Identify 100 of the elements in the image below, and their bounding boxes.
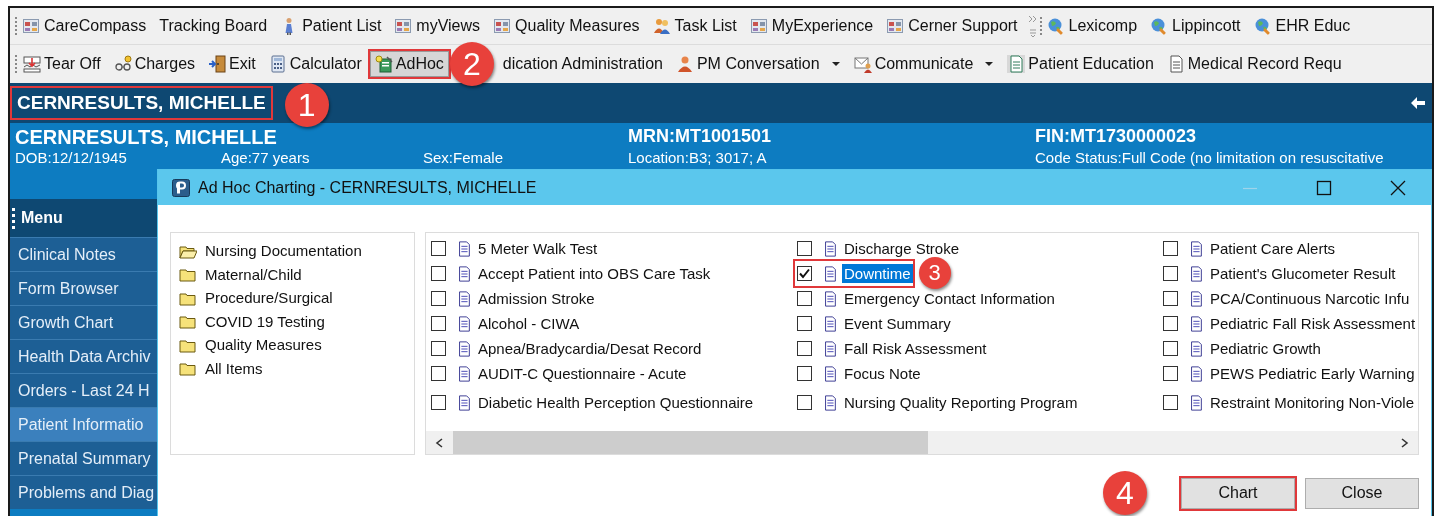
dob-label: DOB:12/12/1945 [15,149,128,166]
dialog-button[interactable]: Close [1305,477,1419,509]
toolbar-button[interactable]: Task List [648,14,741,38]
checkbox[interactable] [1163,366,1178,381]
form-icon [1188,394,1204,411]
form-list-item[interactable]: Patient's Glucometer Result [1161,261,1398,286]
toolbar-button[interactable]: Patient List [276,14,386,38]
menu-item[interactable]: Health Data Archiv [10,339,157,373]
form-list-item[interactable]: Pediatric Growth [1161,336,1323,361]
toolbar-button[interactable]: AdHoc [369,51,449,77]
toolbar-button[interactable]: myViews [390,14,485,38]
checkbox[interactable] [431,241,446,256]
step-badge: 2 [449,42,494,86]
toolbar-button[interactable]: EHR Educ [1249,14,1355,38]
menu-item[interactable]: Prenatal Summary [10,441,157,475]
code-status-label: Code Status:Full Code (no limitation on resuscitative [1035,149,1385,166]
toolbar-button[interactable]: Lippincott [1146,14,1245,38]
checkbox[interactable] [797,316,812,331]
checkbox[interactable] [431,266,446,281]
app-icon [172,178,190,197]
form-list-item[interactable]: 5 Meter Walk Test [429,236,600,261]
folder-item[interactable]: Quality Measures [179,333,406,357]
maximize-icon[interactable] [1316,179,1332,196]
checkbox[interactable] [797,291,812,306]
toolbar-button[interactable]: PM Conversation [670,51,846,77]
checkbox[interactable] [1163,241,1178,256]
form-list-item[interactable]: Accept Patient into OBS Care Task [429,261,713,286]
form-list-item[interactable]: AUDIT-C Questionnaire - Acute [429,361,689,386]
menu-item[interactable]: Problems and Diag [10,475,157,509]
toolbar-button[interactable]: Charges [108,51,201,77]
menu-item[interactable]: Growth Chart [10,305,157,339]
form-list-item[interactable]: PEWS Pediatric Early Warning [1161,361,1417,386]
checkbox[interactable] [797,266,812,281]
checkbox[interactable] [797,241,812,256]
folder-item[interactable]: Maternal/Child [179,262,406,286]
toolbar-button[interactable]: dication Administration [497,51,668,77]
checkbox[interactable] [431,291,446,306]
checkbox[interactable] [1163,266,1178,281]
back-arrow-icon[interactable] [1410,96,1426,110]
form-list-item[interactable]: Apnea/Bradycardia/Desat Record [429,336,704,361]
menu-item[interactable]: Clinical Notes [10,237,157,271]
menu-item[interactable]: Form Browser [10,271,157,305]
dashboard-icon [886,17,905,35]
toolbar-button[interactable]: Lexicomp [1042,14,1142,38]
checkbox[interactable] [431,366,446,381]
form-list-item[interactable]: Fall Risk Assessment [795,336,989,361]
checkbox[interactable] [1163,341,1178,356]
toolbar-button[interactable]: Quality Measures [489,14,644,38]
toolbar-button[interactable]: Cerner Support [882,14,1022,38]
toolbar-button[interactable]: Calculator [263,51,367,77]
form-list-item[interactable]: Admission Stroke [429,286,597,311]
toolbar-button[interactable]: Communicate [848,51,1000,77]
form-list-item[interactable]: Pediatric Fall Risk Assessment [1161,311,1418,336]
toolbar-button[interactable]: Exit [203,51,261,77]
checkbox[interactable] [797,366,812,381]
form-list-item[interactable]: PCA/Continuous Narcotic Infu [1161,286,1412,311]
dialog-button[interactable]: Chart [1181,477,1295,509]
step-badge: 3 [918,257,951,289]
toolbar-button[interactable]: Medical Record Requ [1161,51,1347,77]
form-icon [822,240,838,257]
form-list-item[interactable]: Event Summary [795,311,953,336]
form-icon [1188,290,1204,307]
menu-item[interactable]: Orders - Last 24 H [10,373,157,407]
form-list-item[interactable]: Diabetic Health Perception Questionnaire [429,390,756,415]
form-list-item[interactable]: Nursing Quality Reporting Program [795,390,1080,415]
checkbox[interactable] [431,341,446,356]
checkbox[interactable] [431,395,446,410]
toolbar-button[interactable]: Patient Education [1002,51,1159,77]
toolbar-button[interactable]: MyExperience [745,14,878,38]
folder-item[interactable]: COVID 19 Testing [179,309,406,333]
checkbox[interactable] [1163,316,1178,331]
horizontal-scrollbar[interactable] [426,431,1418,454]
form-list-item[interactable]: Emergency Contact Information [795,286,1057,311]
form-list-item[interactable]: Alcohol - CIWA [429,311,582,336]
form-list-item[interactable]: Focus Note [795,361,923,386]
toolbar-button[interactable]: CareCompass [18,14,151,38]
menu-item[interactable]: Patient Informatio [10,407,157,441]
form-list-item[interactable]: Patient Care Alerts [1161,236,1338,261]
form-icon [456,265,472,282]
form-icon [1188,240,1204,257]
dashboard-icon [749,17,768,35]
close-icon[interactable] [1390,179,1406,196]
toolbar-button[interactable]: Tear Off [18,51,106,77]
form-list-item[interactable]: Restraint Monitoring Non-Viole [1161,390,1416,415]
grip-icon [12,206,15,230]
folder-item[interactable]: All Items [179,356,406,380]
person-icon [675,55,694,73]
folder-item[interactable]: Nursing Documentation [179,239,406,263]
checkbox[interactable] [797,395,812,410]
folder-item[interactable]: Procedure/Surgical [179,286,406,310]
checkbox[interactable] [1163,395,1178,410]
checkbox[interactable] [1163,291,1178,306]
checkbox[interactable] [797,341,812,356]
dashboard-icon [493,17,512,35]
menu-header[interactable]: Menu [10,199,157,237]
globe-search-icon [1253,17,1272,35]
form-icon [822,340,838,357]
checkbox[interactable] [431,316,446,331]
form-icon [1188,265,1204,282]
toolbar-button[interactable]: Tracking Board [155,14,272,38]
